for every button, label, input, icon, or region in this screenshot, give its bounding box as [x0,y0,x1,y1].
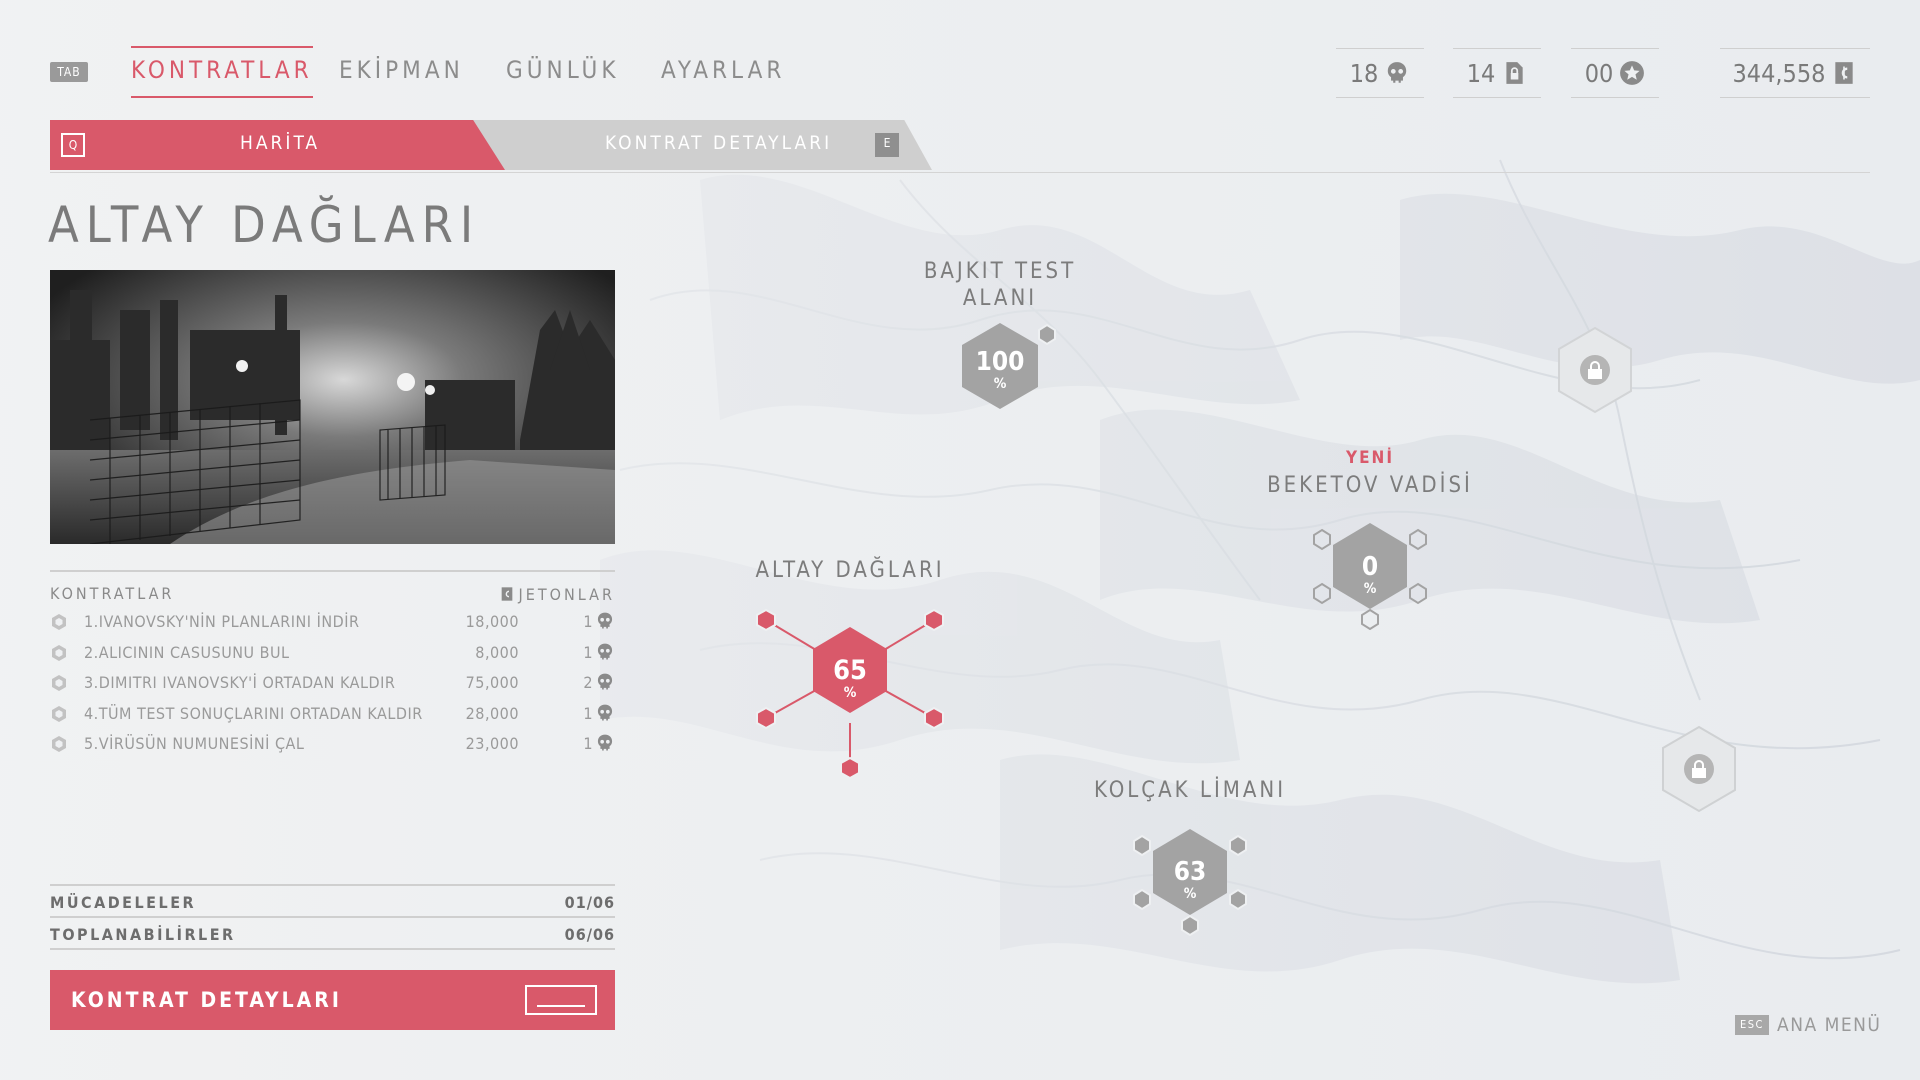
nav-tab-equipment[interactable]: EKİPMAN [339,56,464,98]
contract-marker-icon [52,736,66,752]
contract-details-button[interactable]: KONTRAT DETAYLARI [50,970,615,1030]
star-icon [1620,61,1645,85]
new-badge: YENİ [1346,448,1395,468]
skull-icon [1388,62,1407,83]
map-node-altay[interactable]: 65 % [750,608,950,783]
contract-tokens: 1 [583,612,593,631]
subtab-map-label: HARİTA [240,132,321,154]
map-node-kolcak-unit: % [1183,886,1197,902]
nav-tab-journal[interactable]: GÜNLÜK [506,56,619,98]
space-key-icon [525,985,597,1015]
tab-key-hint: TAB [50,62,88,82]
map-label-kolcak: KOLÇAK LİMANI [1093,778,1287,803]
contract-name: 1.IVANOVSKY'NİN PLANLARINI İNDİR [84,612,360,631]
map-node-beketov-unit: % [1363,581,1377,597]
skull-icon [597,704,613,720]
contract-row[interactable]: 5.VİRÜSÜN NUMUNESİNİ ÇAL 23,000 1 [50,730,615,760]
nav-tab-contracts[interactable]: KONTRATLAR [131,46,313,98]
contract-marker-icon [52,614,66,630]
map-label-bajkit: BAJKIT TEST ALANI [900,258,1100,312]
map-node-altay-pct: 65 [833,655,867,686]
contract-reward: 28,000 [465,703,519,723]
q-key-hint: Q [61,133,85,157]
map-node-bajkit-pct: 100 [975,347,1025,377]
contract-name: 2.ALICININ CASUSUNU BUL [84,642,290,662]
contract-reward: 18,000 [465,612,519,631]
contract-details-button-label: KONTRAT DETAYLARI [71,988,342,1012]
contract-row[interactable]: 1.IVANOVSKY'NİN PLANLARINI İNDİR 18,000 1 [50,608,615,638]
intel-document-icon [1506,62,1523,84]
stat-credits: 344,558 [1720,48,1870,98]
tokens-header-label: JETONLAR [518,584,615,604]
contract-name: 5.VİRÜSÜN NUMUNESİNİ ÇAL [84,734,305,753]
region-preview-image [50,270,615,544]
skull-icon [597,643,613,659]
main-menu-label: ANA MENÜ [1777,1014,1882,1036]
stat-intel: 14 [1453,48,1541,98]
contracts-header-label: KONTRATLAR [50,584,175,603]
contract-marker-icon [52,705,66,722]
tokens-header: JETONLAR [499,584,615,604]
map-node-beketov-pct: 0 [1361,552,1379,582]
stat-kills: 18 [1336,48,1424,98]
collectibles-label: TOPLANABİLİRLER [50,925,236,944]
main-menu-hint[interactable]: ESC ANA MENÜ [1735,1014,1881,1036]
contract-tokens: 1 [583,703,593,723]
contract-reward: 8,000 [475,642,519,662]
map-node-bajkit[interactable]: 100 % [956,320,1056,410]
contract-tokens: 1 [583,734,593,753]
map-node-beketov[interactable]: 0 % [1310,518,1430,631]
map-label-altay: ALTAY DAĞLARI [755,558,945,583]
challenges-row: MÜCADELELER 01/06 [50,884,615,916]
lock-icon [1588,361,1602,379]
contract-name: 4.TÜM TEST SONUÇLARINI ORTADAN KALDIR [84,703,423,723]
map-node-altay-unit: % [843,685,857,701]
credits-icon [501,587,512,601]
contract-reward: 75,000 [465,673,519,692]
meta-divider [50,948,615,950]
challenges-label: MÜCADELELER [50,893,197,912]
map-node-kolcak-pct: 63 [1173,857,1207,887]
stat-stars-value: 00 [1584,58,1614,88]
e-key-hint: E [875,133,899,157]
stat-intel-value: 14 [1466,58,1496,88]
map-node-bajkit-unit: % [993,376,1007,392]
contract-reward: 23,000 [465,734,519,753]
contract-row[interactable]: 2.ALICININ CASUSUNU BUL 8,000 1 [50,639,615,669]
map-label-bajkit-line1: BAJKIT TEST [923,259,1077,284]
map-node-locked-1[interactable] [1555,326,1635,414]
collectibles-row: TOPLANABİLİRLER 06/06 [50,916,615,948]
contract-row[interactable]: 4.TÜM TEST SONUÇLARINI ORTADAN KALDIR 28,… [50,700,615,730]
map-label-bajkit-line2: ALANI [962,286,1038,311]
challenges-value: 01/06 [564,893,615,912]
contract-row[interactable]: 3.DIMITRI IVANOVSKY'İ ORTADAN KALDIR 75,0… [50,669,615,699]
contracts-list-header: KONTRATLAR JETONLAR [50,570,615,606]
nav-tab-settings[interactable]: AYARLAR [661,56,785,98]
header-divider [50,172,1870,173]
credits-icon [1835,62,1854,84]
contract-tokens: 1 [583,642,593,662]
subtab-details-label: KONTRAT DETAYLARI [605,132,833,154]
contract-marker-icon [52,644,66,661]
contract-name: 3.DIMITRI IVANOVSKY'İ ORTADAN KALDIR [84,673,396,692]
skull-icon [597,734,613,751]
skull-icon [597,673,613,690]
region-title: ALTAY DAĞLARI [48,196,481,254]
contract-marker-icon [52,675,66,691]
skull-icon [597,612,613,629]
stat-stars: 00 [1571,48,1659,98]
map-node-kolcak[interactable]: 63 % [1130,824,1250,937]
map-node-locked-2[interactable] [1659,725,1739,813]
stat-credits-value: 344,558 [1732,58,1826,88]
esc-key-hint: ESC [1735,1015,1769,1035]
stat-kills-value: 18 [1349,58,1379,88]
collectibles-value: 06/06 [564,925,615,944]
lock-icon [1692,760,1706,778]
map-label-beketov: BEKETOV VADİSİ [1267,473,1473,498]
contract-tokens: 2 [583,673,593,692]
